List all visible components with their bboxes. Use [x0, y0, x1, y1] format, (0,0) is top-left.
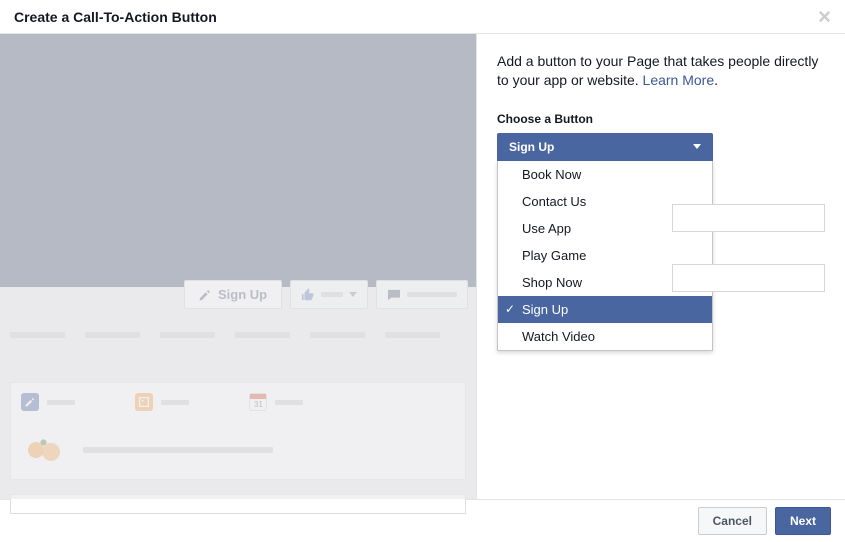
preview-cta-label: Sign Up: [218, 287, 267, 302]
pencil-app-icon: [21, 393, 39, 411]
preview-tabs: [10, 332, 440, 338]
chevron-down-icon: [693, 144, 701, 149]
photo-app-icon: [135, 393, 153, 411]
skeleton-bar: [385, 332, 440, 338]
learn-more-link[interactable]: Learn More: [643, 72, 715, 88]
config-panel: Add a button to your Page that takes peo…: [477, 34, 845, 499]
preview-content-card: [10, 494, 466, 514]
skeleton-bar: [85, 332, 140, 338]
profile-thumbnail: [21, 431, 71, 469]
preview-app-item: [21, 393, 75, 411]
preview-message-button: [376, 280, 468, 309]
preview-content-card: 31: [10, 382, 466, 480]
speech-bubble-icon: [387, 289, 401, 301]
dropdown-menu: Book Now Contact Us Use App Play Game Sh…: [497, 161, 713, 351]
skeleton-bar: [235, 332, 290, 338]
website-input[interactable]: [672, 204, 825, 232]
preview-like-button: [290, 280, 368, 309]
skeleton-bar: [407, 292, 457, 297]
dropdown-selected-label: Sign Up: [509, 140, 554, 154]
intro-text: Add a button to your Page that takes peo…: [497, 52, 825, 90]
secondary-input[interactable]: [672, 264, 825, 292]
close-icon[interactable]: ×: [818, 6, 831, 28]
dropdown-option-watch-video[interactable]: Watch Video: [498, 323, 712, 350]
preview-app-item: 31: [249, 393, 303, 411]
calendar-day: 31: [254, 400, 263, 409]
dropdown-option-sign-up[interactable]: Sign Up: [498, 296, 712, 323]
pencil-icon: [199, 289, 211, 301]
skeleton-bar: [160, 332, 215, 338]
modal-body: Sign Up: [0, 34, 845, 499]
cancel-button[interactable]: Cancel: [698, 507, 767, 535]
calendar-app-icon: 31: [249, 393, 267, 411]
dropdown-option-book-now[interactable]: Book Now: [498, 161, 712, 188]
cover-photo-placeholder: [0, 34, 476, 287]
thumb-up-icon: [301, 288, 315, 302]
preview-apps-row: 31: [21, 393, 455, 411]
skeleton-bar: [161, 400, 189, 405]
button-type-dropdown[interactable]: Sign Up Book Now Contact Us Use App Play…: [497, 133, 713, 351]
preview-action-row: Sign Up: [184, 280, 468, 309]
dropdown-selected[interactable]: Sign Up: [497, 133, 713, 161]
modal-header: Create a Call-To-Action Button ×: [0, 0, 845, 34]
skeleton-bar: [321, 292, 343, 297]
chevron-down-icon: [349, 292, 357, 297]
preview-post-row: [21, 431, 455, 469]
page-preview: Sign Up: [0, 34, 477, 499]
skeleton-bar: [83, 447, 273, 453]
next-button[interactable]: Next: [775, 507, 831, 535]
preview-cta-button: Sign Up: [184, 280, 282, 309]
skeleton-bar: [275, 400, 303, 405]
preview-app-item: [135, 393, 189, 411]
modal-title: Create a Call-To-Action Button: [14, 9, 217, 25]
skeleton-bar: [10, 332, 65, 338]
choose-button-label: Choose a Button: [497, 112, 825, 126]
skeleton-bar: [310, 332, 365, 338]
skeleton-bar: [47, 400, 75, 405]
